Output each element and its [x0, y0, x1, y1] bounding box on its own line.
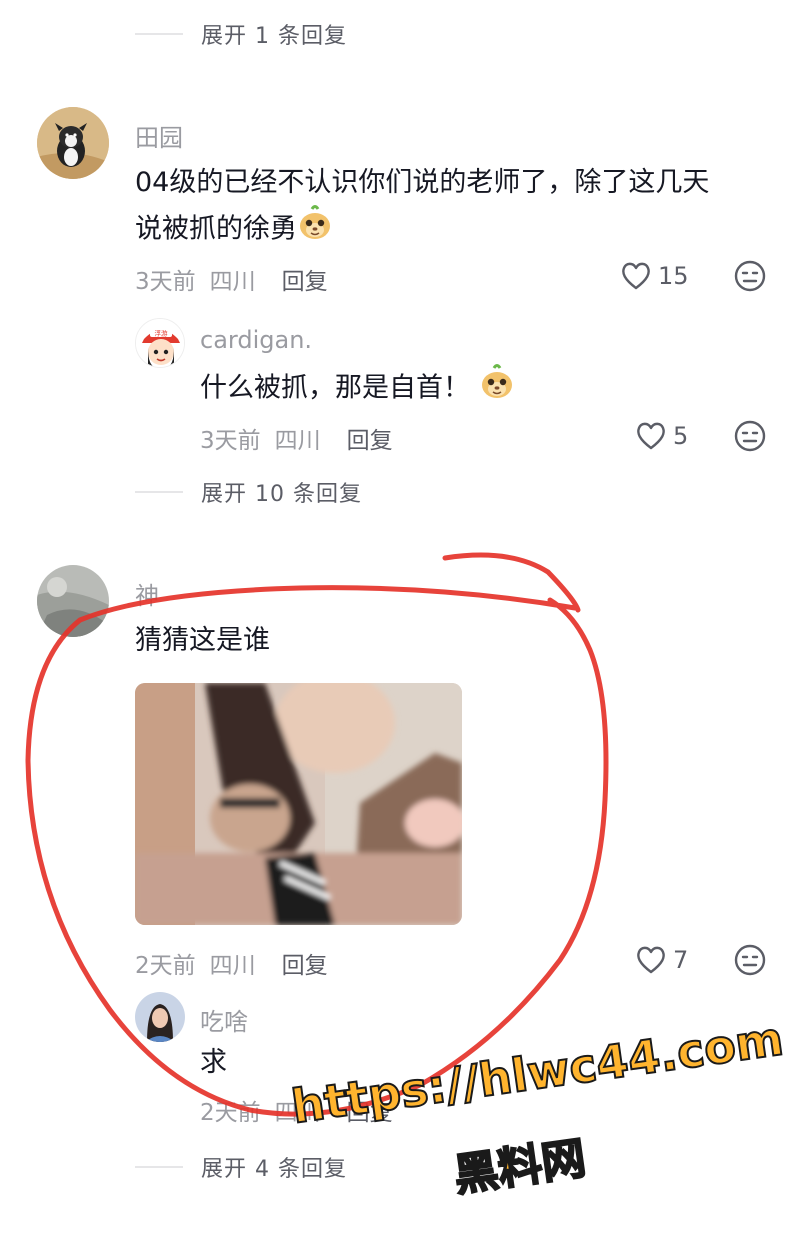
like-count: 7 [673, 946, 689, 974]
comment-text: 猜猜这是谁 [135, 625, 270, 656]
comment-time: 2天前 [135, 953, 196, 979]
reply-button[interactable]: 回复 [282, 946, 328, 980]
expand-replies-bottom[interactable]: 展开 4 条回复 [135, 1151, 347, 1183]
comment-time: 3天前 [200, 428, 261, 454]
meh-face-icon [734, 420, 766, 452]
avatar-badge-text: 浮游 [155, 329, 169, 338]
comment-text-line: 04级的已经不认识你们说的老师了，除了这几天 [135, 167, 710, 198]
heart-icon [622, 262, 650, 290]
watermark-site-name: 黑料网 [450, 1132, 590, 1203]
divider-line [135, 491, 183, 493]
comment-text: 什么被抓，那是自首！ [200, 364, 515, 414]
comment-text-span: 什么被抓，那是自首！ [200, 372, 470, 404]
meh-face-icon [734, 944, 766, 976]
comment-username[interactable]: 田园 [135, 118, 183, 153]
expand-replies-top[interactable]: 展开 1 条回复 [135, 18, 347, 50]
dislike-button[interactable] [733, 259, 767, 297]
expand-replies-label: 展开 1 条回复 [201, 24, 347, 49]
expand-replies-label: 展开 4 条回复 [201, 1157, 347, 1182]
comment-location: 四川 [209, 269, 256, 295]
expand-replies-middle[interactable]: 展开 10 条回复 [135, 476, 362, 508]
like-count: 15 [658, 262, 689, 290]
comment-username[interactable]: 神 [135, 576, 159, 611]
comment-text: 04级的已经不认识你们说的老师了，除了这几天 说被抓的徐勇 [135, 160, 709, 255]
comment-username[interactable]: 吃啥 [200, 1002, 248, 1037]
comment-text-span: 说被抓的徐勇 [135, 213, 297, 245]
comment-meta: 3天前 四川 回复 [135, 262, 328, 296]
comment-meta: 2天前 四川 回复 [135, 946, 328, 980]
comment-location: 四川 [274, 428, 321, 454]
dislike-button[interactable] [733, 419, 767, 457]
reply-button[interactable]: 回复 [347, 421, 393, 455]
expand-replies-label: 展开 10 条回复 [201, 482, 362, 507]
avatar[interactable] [37, 107, 109, 179]
comment-meta: 3天前 四川 回复 [200, 421, 393, 455]
like-count: 5 [673, 422, 689, 450]
comment-text-line: 说被抓的徐勇 [135, 205, 709, 255]
heart-icon [637, 422, 665, 450]
reply-button[interactable]: 回复 [282, 262, 328, 296]
avatar[interactable] [135, 992, 185, 1042]
avatar[interactable] [37, 565, 109, 637]
meerkat-emoji-icon [479, 364, 515, 414]
comment-image[interactable] [135, 683, 462, 925]
like-button[interactable]: 15 [620, 261, 689, 291]
comment-text: 求 [200, 1047, 227, 1078]
avatar[interactable]: 浮游 [135, 318, 185, 368]
divider-line [135, 33, 183, 35]
meerkat-emoji-icon [297, 205, 333, 255]
comment-time: 3天前 [135, 269, 196, 295]
comment-username[interactable]: cardigan. [200, 326, 312, 354]
comment-location: 四川 [209, 953, 256, 979]
heart-icon [637, 946, 665, 974]
dislike-button[interactable] [733, 943, 767, 981]
meh-face-icon [734, 260, 766, 292]
comment-time: 2天前 [200, 1100, 261, 1126]
divider-line [135, 1166, 183, 1168]
watermark-url: https://hlwc44.com [287, 1010, 787, 1134]
like-button[interactable]: 5 [635, 421, 688, 451]
like-button[interactable]: 7 [635, 945, 688, 975]
